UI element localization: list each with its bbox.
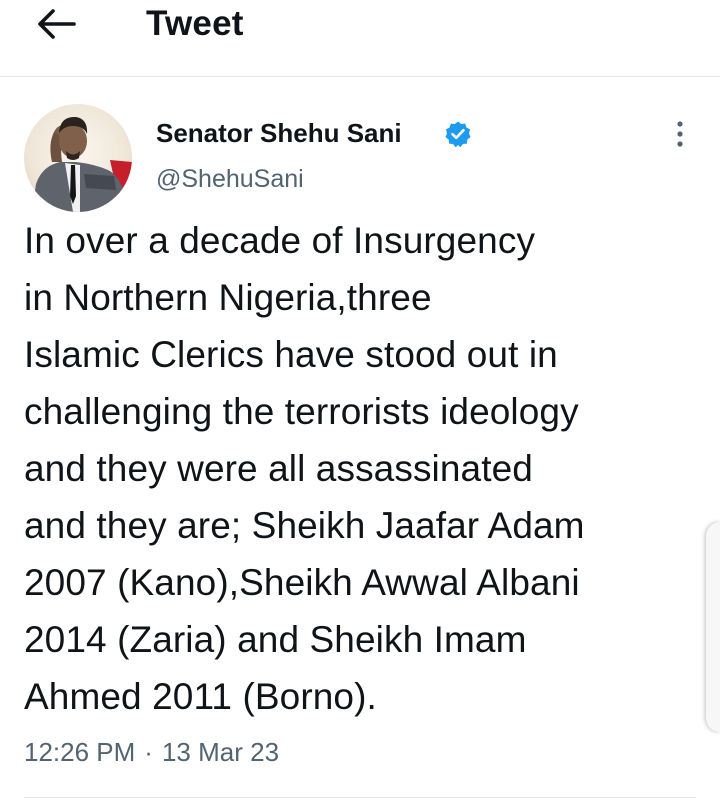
bottom-divider xyxy=(24,797,696,798)
tweet-text-line: 2007 (Kano),Sheikh Awwal Albani xyxy=(24,562,580,603)
page-title: Tweet xyxy=(146,4,244,43)
tweet-date: 13 Mar 23 xyxy=(161,737,280,767)
header-divider xyxy=(0,76,720,77)
tweet-text-line: and they were all assassinated xyxy=(24,448,533,489)
tweet-time: 12:26 PM xyxy=(24,737,136,767)
tweet-text-line: 2014 (Zaria) and Sheikh Imam xyxy=(24,619,527,660)
profile-photo xyxy=(24,104,132,212)
more-vertical-icon xyxy=(677,121,683,147)
tweet-text-line: Islamic Clerics have stood out in xyxy=(24,334,558,375)
author-display-name[interactable]: Senator Shehu Sani xyxy=(156,116,402,150)
side-panel-handle[interactable] xyxy=(706,522,720,732)
avatar[interactable] xyxy=(24,104,132,212)
arrow-left-icon xyxy=(38,9,76,39)
author-handle[interactable]: @ShehuSani xyxy=(156,162,304,196)
tweet-text-line: challenging the terrorists ideology xyxy=(24,391,579,432)
tweet-text-line: and they are; Sheikh Jaafar Adam xyxy=(24,505,585,546)
top-bar: Tweet xyxy=(0,0,720,76)
tweet-text-line: in Northern Nigeria,three xyxy=(24,277,432,318)
tweet-text: In over a decade of Insurgency in Northe… xyxy=(24,212,714,725)
separator-dot: · xyxy=(144,737,153,767)
back-button[interactable] xyxy=(34,4,80,44)
tweet-timestamp[interactable]: 12:26 PM · 13 Mar 23 xyxy=(24,734,279,770)
more-options-button[interactable] xyxy=(664,118,696,152)
tweet-text-line: Ahmed 2011 (Borno). xyxy=(24,676,377,717)
tweet-text-line: In over a decade of Insurgency xyxy=(24,220,536,261)
verified-badge-icon xyxy=(444,120,472,148)
